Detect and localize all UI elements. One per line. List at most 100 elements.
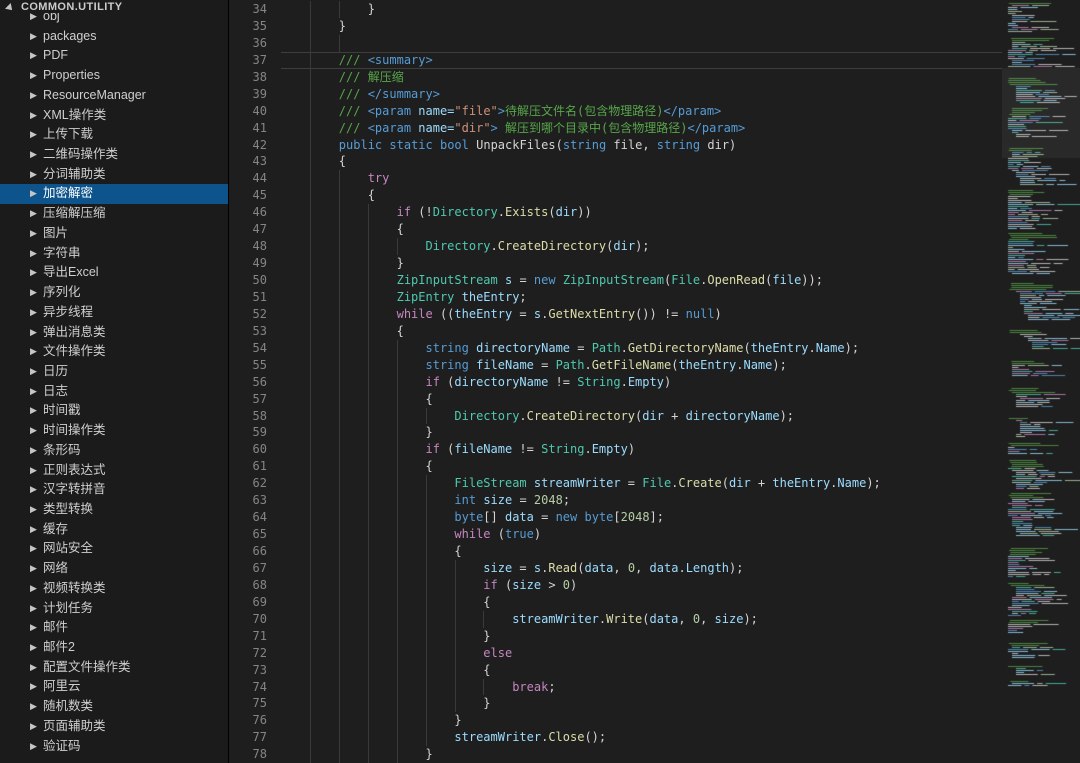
- code-line[interactable]: 42 public static bool UnpackFiles(string…: [229, 137, 1002, 154]
- code-line[interactable]: 63 int size = 2048;: [229, 492, 1002, 509]
- code-line[interactable]: 49 }: [229, 255, 1002, 272]
- code-line[interactable]: 73 {: [229, 662, 1002, 679]
- code-line[interactable]: 64 byte[] data = new byte[2048];: [229, 509, 1002, 526]
- code-line[interactable]: 78 }: [229, 746, 1002, 763]
- sidebar-item-PDF[interactable]: ▶PDF: [0, 46, 228, 66]
- code-line[interactable]: 72 else: [229, 645, 1002, 662]
- line-number: 71: [229, 628, 281, 645]
- code-line-content: [281, 35, 1002, 52]
- sidebar-item-XML操作类[interactable]: ▶XML操作类: [0, 106, 228, 126]
- sidebar-item-图片[interactable]: ▶图片: [0, 224, 228, 244]
- sidebar-item-类型转换[interactable]: ▶类型转换: [0, 500, 228, 520]
- code-line-content: {: [281, 662, 1002, 679]
- code-line[interactable]: 53 {: [229, 323, 1002, 340]
- code-line[interactable]: 39 /// </summary>: [229, 86, 1002, 103]
- sidebar-item-时间操作类[interactable]: ▶时间操作类: [0, 421, 228, 441]
- sidebar-item-视频转换类[interactable]: ▶视频转换类: [0, 579, 228, 599]
- code-line[interactable]: 43 {: [229, 153, 1002, 170]
- code-editor[interactable]: 34 }35 }3637 /// <summary>38 /// 解压缩39 /…: [229, 0, 1080, 763]
- code-text: {: [281, 594, 1002, 611]
- code-line[interactable]: 66 {: [229, 543, 1002, 560]
- sidebar-item-时间戳[interactable]: ▶时间戳: [0, 401, 228, 421]
- sidebar-item-日志[interactable]: ▶日志: [0, 382, 228, 402]
- sidebar-item-文件操作类[interactable]: ▶文件操作类: [0, 342, 228, 362]
- sidebar-item-验证码[interactable]: ▶验证码: [0, 737, 228, 757]
- code-line[interactable]: 57 {: [229, 391, 1002, 408]
- code-text: if (directoryName != String.Empty): [281, 374, 1002, 391]
- sidebar-item-二维码操作类[interactable]: ▶二维码操作类: [0, 145, 228, 165]
- code-line[interactable]: 44 try: [229, 170, 1002, 187]
- sidebar-item-Properties[interactable]: ▶Properties: [0, 66, 228, 86]
- sidebar-item-packages[interactable]: ▶packages: [0, 27, 228, 47]
- line-number: 62: [229, 475, 281, 492]
- code-line[interactable]: 59 }: [229, 424, 1002, 441]
- code-line[interactable]: 50 ZipInputStream s = new ZipInputStream…: [229, 272, 1002, 289]
- line-number: 54: [229, 340, 281, 357]
- sidebar-item-页面辅助类[interactable]: ▶页面辅助类: [0, 717, 228, 737]
- sidebar-item-计划任务[interactable]: ▶计划任务: [0, 599, 228, 619]
- code-line[interactable]: 34 }: [229, 1, 1002, 18]
- code-line[interactable]: 54 string directoryName = Path.GetDirect…: [229, 340, 1002, 357]
- code-line[interactable]: 58 Directory.CreateDirectory(dir + direc…: [229, 408, 1002, 425]
- code-line[interactable]: 69 {: [229, 594, 1002, 611]
- line-number: 66: [229, 543, 281, 560]
- project-root-header[interactable]: COMMON.UTILITY: [0, 0, 228, 13]
- code-line[interactable]: 38 /// 解压缩: [229, 69, 1002, 86]
- code-line[interactable]: 47 {: [229, 221, 1002, 238]
- sidebar-item-异步线程[interactable]: ▶异步线程: [0, 303, 228, 323]
- chevron-right-icon: ▶: [30, 579, 40, 599]
- code-line[interactable]: 76 }: [229, 712, 1002, 729]
- code-line[interactable]: 35 }: [229, 18, 1002, 35]
- sidebar-item-网络[interactable]: ▶网络: [0, 559, 228, 579]
- code-line[interactable]: 52 while ((theEntry = s.GetNextEntry()) …: [229, 306, 1002, 323]
- minimap[interactable]: [1002, 0, 1080, 763]
- code-line[interactable]: 77 streamWriter.Close();: [229, 729, 1002, 746]
- code-line[interactable]: 67 size = s.Read(data, 0, data.Length);: [229, 560, 1002, 577]
- code-line[interactable]: 41 /// <param name="dir"> 解压到哪个目录中(包含物理路…: [229, 120, 1002, 137]
- code-line[interactable]: 65 while (true): [229, 526, 1002, 543]
- sidebar-item-配置文件操作类[interactable]: ▶配置文件操作类: [0, 658, 228, 678]
- sidebar-item-阿里云[interactable]: ▶阿里云: [0, 677, 228, 697]
- sidebar-item-网站安全[interactable]: ▶网站安全: [0, 539, 228, 559]
- sidebar-item-分词辅助类[interactable]: ▶分词辅助类: [0, 165, 228, 185]
- sidebar-item-弹出消息类[interactable]: ▶弹出消息类: [0, 323, 228, 343]
- sidebar-item-汉字转拼音[interactable]: ▶汉字转拼音: [0, 480, 228, 500]
- code-line[interactable]: 51 ZipEntry theEntry;: [229, 289, 1002, 306]
- code-line[interactable]: 70 streamWriter.Write(data, 0, size);: [229, 611, 1002, 628]
- code-line[interactable]: 45 {: [229, 187, 1002, 204]
- code-line[interactable]: 61 {: [229, 458, 1002, 475]
- code-line[interactable]: 55 string fileName = Path.GetFileName(th…: [229, 357, 1002, 374]
- code-line[interactable]: 36: [229, 35, 1002, 52]
- code-line[interactable]: 62 FileStream streamWriter = File.Create…: [229, 475, 1002, 492]
- code-line[interactable]: 75 }: [229, 695, 1002, 712]
- code-line[interactable]: 56 if (directoryName != String.Empty): [229, 374, 1002, 391]
- code-line[interactable]: 37 /// <summary>: [229, 52, 1002, 69]
- sidebar-item-邮件[interactable]: ▶邮件: [0, 618, 228, 638]
- sidebar-item-ResourceManager[interactable]: ▶ResourceManager: [0, 86, 228, 106]
- sidebar-item-上传下载[interactable]: ▶上传下载: [0, 125, 228, 145]
- sidebar-item-缓存[interactable]: ▶缓存: [0, 520, 228, 540]
- code-line-content: string fileName = Path.GetFileName(theEn…: [281, 357, 1002, 374]
- code-line[interactable]: 48 Directory.CreateDirectory(dir);: [229, 238, 1002, 255]
- sidebar-item-条形码[interactable]: ▶条形码: [0, 441, 228, 461]
- code-line-content: break;: [281, 679, 1002, 696]
- code-line[interactable]: 46 if (!Directory.Exists(dir)): [229, 204, 1002, 221]
- code-line[interactable]: 68 if (size > 0): [229, 577, 1002, 594]
- code-text: {: [281, 187, 1002, 204]
- sidebar-item-正则表达式[interactable]: ▶正则表达式: [0, 461, 228, 481]
- sidebar-item-邮件2[interactable]: ▶邮件2: [0, 638, 228, 658]
- code-line[interactable]: 40 /// <param name="file">待解压文件名(包含物理路径)…: [229, 103, 1002, 120]
- sidebar-item-导出Excel[interactable]: ▶导出Excel: [0, 263, 228, 283]
- code-line-content: if (size > 0): [281, 577, 1002, 594]
- sidebar-item-随机数类[interactable]: ▶随机数类: [0, 697, 228, 717]
- code-line[interactable]: 74 break;: [229, 679, 1002, 696]
- sidebar-item-序列化[interactable]: ▶序列化: [0, 283, 228, 303]
- code-line-content: }: [281, 746, 1002, 763]
- sidebar-item-压缩解压缩[interactable]: ▶压缩解压缩: [0, 204, 228, 224]
- sidebar-item-加密解密[interactable]: ▶加密解密: [0, 184, 228, 204]
- code-line[interactable]: 60 if (fileName != String.Empty): [229, 441, 1002, 458]
- code-line[interactable]: 71 }: [229, 628, 1002, 645]
- sidebar-item-日历[interactable]: ▶日历: [0, 362, 228, 382]
- sidebar-item-字符串[interactable]: ▶字符串: [0, 244, 228, 264]
- sidebar-item-label: 分词辅助类: [43, 165, 106, 185]
